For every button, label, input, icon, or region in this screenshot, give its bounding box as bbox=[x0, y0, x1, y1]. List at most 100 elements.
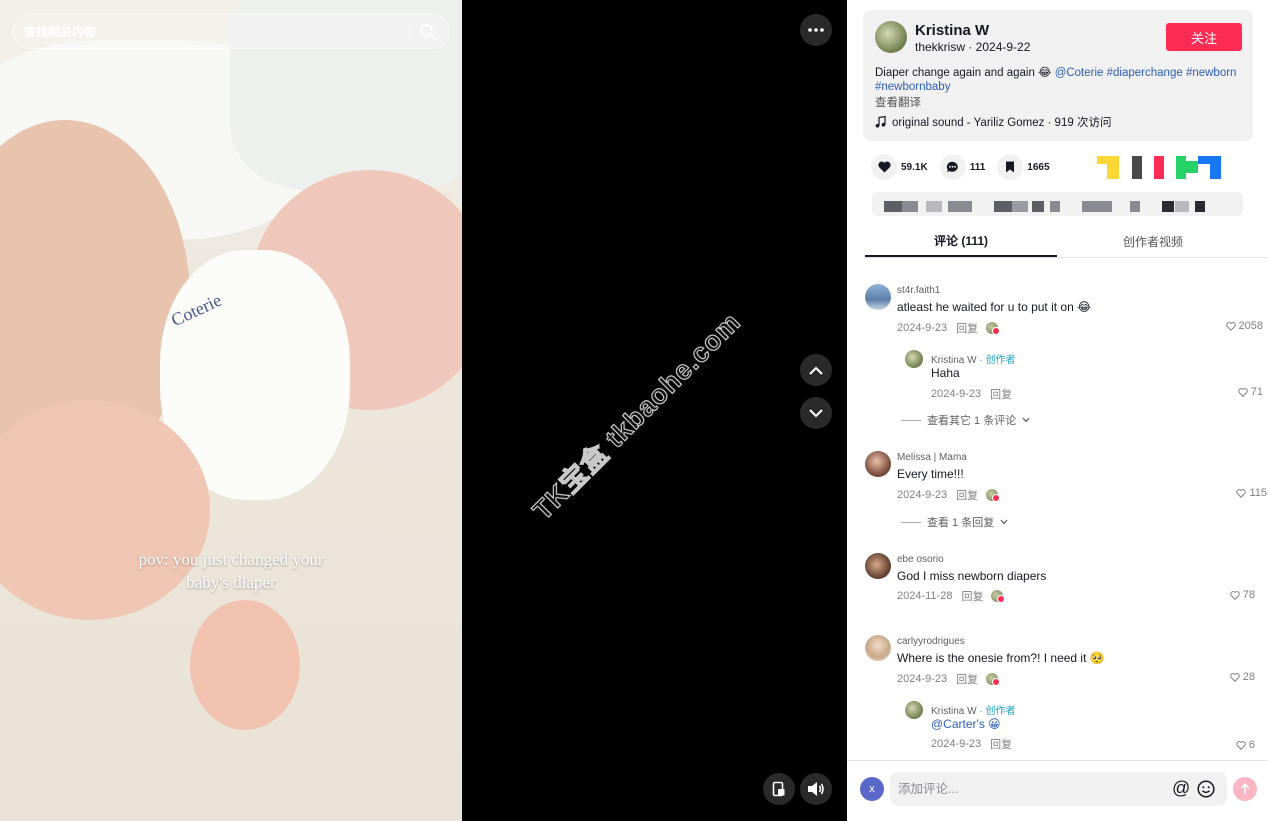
video-player[interactable]: Coterie pov: you just changed your baby'… bbox=[0, 0, 847, 821]
author-reply-avatar[interactable] bbox=[905, 701, 923, 719]
author-name[interactable]: Kristina W bbox=[915, 22, 989, 39]
previous-video-button[interactable] bbox=[800, 354, 832, 386]
search-divider bbox=[409, 22, 410, 42]
reply-text: @Carter's 😀 bbox=[931, 717, 1001, 731]
author-avatar[interactable] bbox=[875, 21, 907, 53]
commenter-name[interactable]: ebe osorio bbox=[897, 554, 944, 565]
tab-creator-videos[interactable]: 创作者视频 bbox=[1057, 226, 1249, 257]
tag-link[interactable]: #newborn bbox=[1186, 67, 1237, 79]
tag-link[interactable]: #diaperchange bbox=[1107, 67, 1183, 79]
comment-like-button[interactable]: 2058 bbox=[1225, 320, 1263, 332]
search-bar[interactable] bbox=[13, 14, 450, 49]
video-description: Diaper change again and again 😂 @Coterie… bbox=[875, 66, 1241, 94]
translate-link[interactable]: 查看翻译 bbox=[875, 94, 921, 110]
author-reply-avatar[interactable] bbox=[905, 350, 923, 368]
comment-item: Melissa | Mama Every time!!! 2024-9-23 回… bbox=[865, 451, 1267, 503]
view-more-replies[interactable]: 查看 1 条回复 bbox=[901, 514, 1008, 530]
comment-item: st4r.faith1 atleast he waited for u to p… bbox=[865, 284, 1263, 336]
search-icon[interactable] bbox=[419, 23, 437, 41]
redacted-block bbox=[884, 201, 902, 212]
like-button[interactable]: 59.1K bbox=[871, 154, 928, 180]
comment-input[interactable] bbox=[898, 772, 1158, 806]
music-row[interactable]: original sound - Yariliz Gomez · 919 次访问 bbox=[875, 114, 1111, 130]
more-options-button[interactable] bbox=[800, 14, 832, 46]
search-input[interactable] bbox=[24, 15, 404, 48]
comment-text: atleast he waited for u to put it on 😂 bbox=[897, 300, 1092, 314]
comment-composer: x @ bbox=[847, 760, 1268, 821]
reply-like-button[interactable]: 71 bbox=[1238, 386, 1263, 398]
side-panel: Kristina W thekkrisw · 2024-9-22 关注 Diap… bbox=[847, 0, 1268, 821]
view-more-replies[interactable]: 查看其它 1 条评论 bbox=[901, 412, 1030, 428]
heart-icon bbox=[871, 154, 897, 180]
comment-like-button[interactable]: 115 bbox=[1236, 487, 1267, 499]
view-more-label: 查看 1 条回复 bbox=[927, 517, 995, 529]
commenter-avatar[interactable] bbox=[865, 284, 891, 310]
chevron-down-icon bbox=[1022, 417, 1030, 423]
tag-link[interactable]: @Coterie bbox=[1055, 67, 1104, 79]
comment-like-count: 28 bbox=[1242, 671, 1255, 683]
mention-icon[interactable]: @ bbox=[1172, 778, 1190, 799]
reply-button[interactable]: 回复 bbox=[956, 671, 978, 687]
redacted-block bbox=[1032, 201, 1044, 212]
picture-in-picture-button[interactable] bbox=[763, 773, 795, 805]
reply-button[interactable]: 回复 bbox=[956, 487, 978, 503]
comment-text: Every time!!! bbox=[897, 467, 964, 481]
like-count: 59.1K bbox=[901, 161, 928, 173]
reply-author-name[interactable]: Kristina W · 创作者 bbox=[931, 351, 1015, 366]
share-icon[interactable] bbox=[1186, 161, 1198, 173]
comment-like-button[interactable]: 78 bbox=[1230, 589, 1255, 601]
commenter-name[interactable]: st4r.faith1 bbox=[897, 285, 940, 296]
follow-button[interactable]: 关注 bbox=[1166, 23, 1242, 51]
volume-button[interactable] bbox=[800, 773, 832, 805]
tab-comments[interactable]: 评论 (111) bbox=[865, 226, 1057, 257]
video-frame[interactable]: Coterie pov: you just changed your baby'… bbox=[0, 0, 462, 821]
commenter-name[interactable]: carlyyrodrigues bbox=[897, 636, 965, 647]
next-video-button[interactable] bbox=[800, 397, 832, 429]
save-button[interactable]: 1665 bbox=[997, 154, 1050, 180]
reply-like-count: 6 bbox=[1248, 739, 1255, 751]
chevron-down-icon bbox=[1000, 519, 1008, 525]
comment-like-button[interactable]: 28 bbox=[1230, 671, 1255, 683]
creator-liked-badge bbox=[986, 489, 1001, 502]
share-icon[interactable] bbox=[1132, 156, 1142, 179]
redacted-block bbox=[1195, 201, 1205, 212]
comment-meta: 2024-9-23 回复 bbox=[897, 671, 1001, 687]
comment-meta: 2024-11-28 回复 bbox=[897, 588, 1006, 604]
post-comment-button[interactable] bbox=[1233, 777, 1257, 801]
reply-item: Kristina W · 创作者 @Carter's 😀 2024-9-23 回… bbox=[905, 701, 1255, 751]
share-icon[interactable] bbox=[1107, 156, 1119, 179]
reply-like-button[interactable]: 6 bbox=[1236, 739, 1255, 751]
redacted-block bbox=[1162, 201, 1174, 212]
description-text: Diaper change again and again 😂 bbox=[875, 67, 1055, 79]
reply-button[interactable]: 回复 bbox=[961, 588, 983, 604]
copy-link-bar[interactable] bbox=[872, 192, 1243, 216]
reply-button[interactable]: 回复 bbox=[990, 736, 1012, 752]
reply-meta: 2024-9-23 回复 bbox=[931, 386, 1012, 402]
reply-button[interactable]: 回复 bbox=[956, 320, 978, 336]
more-icon bbox=[808, 28, 824, 32]
commenter-name[interactable]: Melissa | Mama bbox=[897, 452, 967, 463]
comment-date: 2024-9-23 bbox=[897, 322, 948, 334]
share-icons[interactable] bbox=[1097, 156, 1221, 180]
current-user-avatar[interactable]: x bbox=[860, 777, 884, 801]
comment-count-button[interactable]: 111 bbox=[939, 154, 985, 180]
tag-link[interactable]: #newbornbaby bbox=[875, 81, 950, 93]
share-icon[interactable] bbox=[1154, 156, 1164, 179]
redacted-block bbox=[902, 201, 918, 212]
volume-icon bbox=[808, 782, 824, 796]
music-note-icon bbox=[875, 116, 886, 128]
watermark-text: TK宝盒 tkbaohe.com bbox=[527, 306, 747, 526]
commenter-avatar[interactable] bbox=[865, 451, 891, 477]
save-count: 1665 bbox=[1027, 161, 1050, 173]
comment-input-box[interactable]: @ bbox=[890, 772, 1227, 806]
commenter-avatar[interactable] bbox=[865, 635, 891, 661]
share-icon[interactable] bbox=[1176, 156, 1186, 179]
emoji-icon[interactable] bbox=[1197, 780, 1215, 798]
reply-button[interactable]: 回复 bbox=[990, 386, 1012, 402]
reply-author-name[interactable]: Kristina W · 创作者 bbox=[931, 702, 1015, 717]
share-icon[interactable] bbox=[1210, 156, 1221, 179]
creator-liked-badge bbox=[986, 322, 1001, 335]
commenter-avatar[interactable] bbox=[865, 553, 891, 579]
creator-tag: · 创作者 bbox=[976, 706, 1016, 717]
redacted-block bbox=[1130, 201, 1140, 212]
